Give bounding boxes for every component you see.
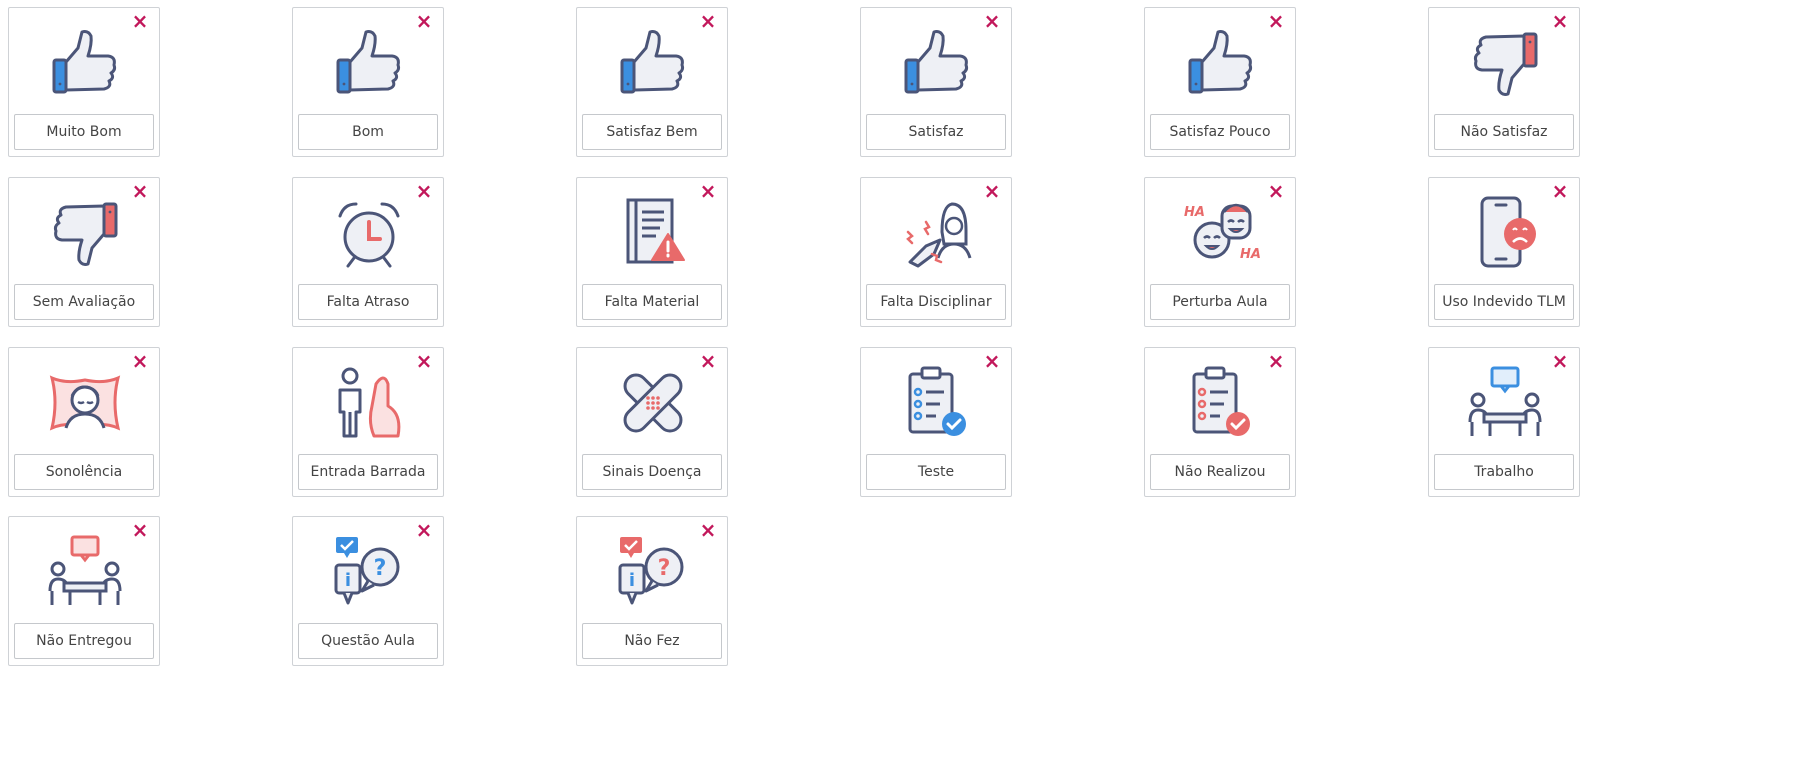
behavior-card[interactable]: × Não Realizou xyxy=(1144,347,1296,497)
behavior-card[interactable]: i ? × Questão Aula xyxy=(292,516,444,666)
behavior-label-button[interactable]: Uso Indevido TLM xyxy=(1434,284,1574,320)
remove-card-icon[interactable]: × xyxy=(1549,180,1571,202)
behavior-card[interactable]: × Teste xyxy=(860,347,1012,497)
behavior-label-button[interactable]: Satisfaz xyxy=(866,114,1006,150)
behavior-card[interactable]: × Muito Bom xyxy=(8,7,160,157)
svg-text:i: i xyxy=(629,570,635,591)
behavior-label-button[interactable]: Não Entregou xyxy=(14,623,154,659)
svg-text:?: ? xyxy=(374,556,387,581)
behavior-label-button[interactable]: Falta Material xyxy=(582,284,722,320)
remove-card-icon[interactable]: × xyxy=(1549,350,1571,372)
remove-card-icon[interactable]: × xyxy=(129,10,151,32)
svg-text:HA: HA xyxy=(1184,205,1205,220)
svg-text:?: ? xyxy=(658,556,671,581)
behavior-card[interactable]: × Falta Atraso xyxy=(292,177,444,327)
behavior-card[interactable]: × Sinais Doença xyxy=(576,347,728,497)
behavior-card[interactable]: × Satisfaz Bem xyxy=(576,7,728,157)
behavior-label-button[interactable]: Bom xyxy=(298,114,438,150)
remove-card-icon[interactable]: × xyxy=(697,10,719,32)
remove-card-icon[interactable]: × xyxy=(981,180,1003,202)
svg-text:i: i xyxy=(345,570,351,591)
behavior-label-button[interactable]: Muito Bom xyxy=(14,114,154,150)
behavior-label-button[interactable]: Entrada Barrada xyxy=(298,454,438,490)
remove-card-icon[interactable]: × xyxy=(981,350,1003,372)
behavior-card[interactable]: × Falta Disciplinar xyxy=(860,177,1012,327)
remove-card-icon[interactable]: × xyxy=(1265,10,1287,32)
behavior-label-button[interactable]: Não Fez xyxy=(582,623,722,659)
remove-card-icon[interactable]: × xyxy=(697,350,719,372)
remove-card-icon[interactable]: × xyxy=(1549,10,1571,32)
behavior-label-button[interactable]: Não Satisfaz xyxy=(1434,114,1574,150)
behavior-label-button[interactable]: Teste xyxy=(866,454,1006,490)
behavior-card[interactable]: × Entrada Barrada xyxy=(292,347,444,497)
behavior-label-button[interactable]: Satisfaz Bem xyxy=(582,114,722,150)
behavior-label-button[interactable]: Trabalho xyxy=(1434,454,1574,490)
behavior-card-grid: × Muito Bom × Bom × Satisfaz Bem × Satisfaz xyxy=(8,7,1806,763)
behavior-label-button[interactable]: Sem Avaliação xyxy=(14,284,154,320)
behavior-card[interactable]: × Não Satisfaz xyxy=(1428,7,1580,157)
behavior-card[interactable]: × Sonolência xyxy=(8,347,160,497)
behavior-card[interactable]: × Sem Avaliação xyxy=(8,177,160,327)
remove-card-icon[interactable]: × xyxy=(129,350,151,372)
behavior-label-button[interactable]: Não Realizou xyxy=(1150,454,1290,490)
behavior-label-button[interactable]: Sinais Doença xyxy=(582,454,722,490)
remove-card-icon[interactable]: × xyxy=(129,519,151,541)
behavior-card[interactable]: × Satisfaz Pouco xyxy=(1144,7,1296,157)
remove-card-icon[interactable]: × xyxy=(413,519,435,541)
remove-card-icon[interactable]: × xyxy=(413,10,435,32)
behavior-card[interactable]: HA HA × Perturba Aula xyxy=(1144,177,1296,327)
svg-text:HA: HA xyxy=(1240,247,1261,262)
remove-card-icon[interactable]: × xyxy=(697,519,719,541)
behavior-card[interactable]: × Satisfaz xyxy=(860,7,1012,157)
behavior-label-button[interactable]: Questão Aula xyxy=(298,623,438,659)
remove-card-icon[interactable]: × xyxy=(697,180,719,202)
behavior-label-button[interactable]: Sonolência xyxy=(14,454,154,490)
remove-card-icon[interactable]: × xyxy=(1265,350,1287,372)
remove-card-icon[interactable]: × xyxy=(981,10,1003,32)
behavior-card[interactable]: i ? × Não Fez xyxy=(576,516,728,666)
remove-card-icon[interactable]: × xyxy=(1265,180,1287,202)
behavior-label-button[interactable]: Perturba Aula xyxy=(1150,284,1290,320)
remove-card-icon[interactable]: × xyxy=(413,350,435,372)
behavior-label-button[interactable]: Falta Disciplinar xyxy=(866,284,1006,320)
behavior-card[interactable]: × Não Entregou xyxy=(8,516,160,666)
remove-card-icon[interactable]: × xyxy=(413,180,435,202)
behavior-card[interactable]: × Falta Material xyxy=(576,177,728,327)
behavior-card[interactable]: × Bom xyxy=(292,7,444,157)
behavior-card[interactable]: × Uso Indevido TLM xyxy=(1428,177,1580,327)
behavior-card[interactable]: × Trabalho xyxy=(1428,347,1580,497)
remove-card-icon[interactable]: × xyxy=(129,180,151,202)
behavior-label-button[interactable]: Falta Atraso xyxy=(298,284,438,320)
behavior-label-button[interactable]: Satisfaz Pouco xyxy=(1150,114,1290,150)
